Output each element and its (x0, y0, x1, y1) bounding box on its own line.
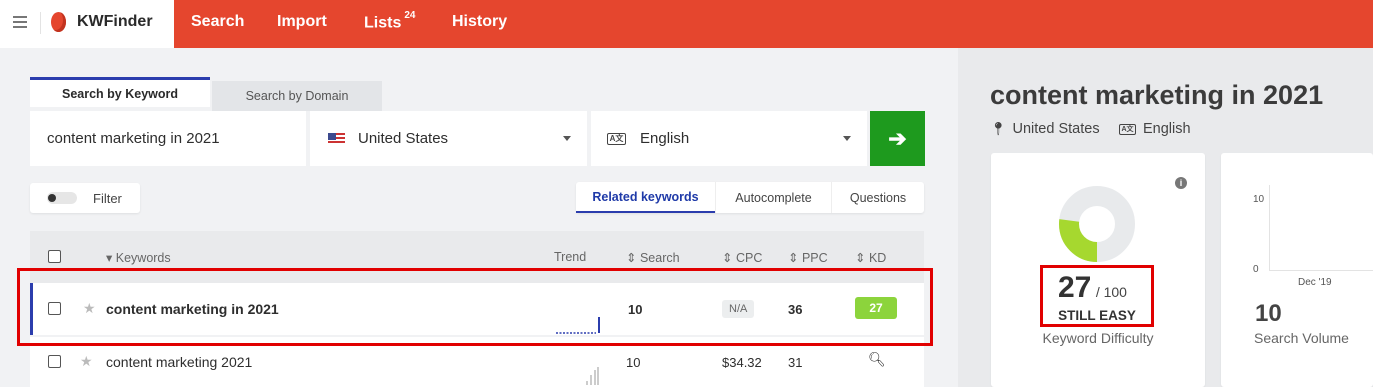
brand-name[interactable]: KWFinder (77, 13, 153, 31)
header-cpc-label: CPC (735, 251, 763, 265)
nav-lists-label: Lists (364, 14, 402, 32)
toggle-switch[interactable] (47, 192, 77, 204)
row-checkbox[interactable] (48, 355, 61, 368)
header-search-label: Search (639, 251, 680, 265)
header-ppc-label: PPC (801, 251, 828, 265)
kd-value: 27 (1058, 271, 1092, 304)
select-all-checkbox[interactable] (48, 250, 61, 263)
star-icon[interactable]: ★ (80, 353, 93, 370)
kd-donut-chart (1059, 186, 1135, 262)
header-keywords[interactable]: ▾ Keywords (106, 250, 171, 265)
volume-caption: Search Volume (1254, 330, 1349, 346)
detail-language-text: English (1143, 121, 1191, 137)
tab-autocomplete[interactable]: Autocomplete (715, 182, 831, 213)
chevron-down-icon (563, 136, 571, 141)
map-pin-icon: 📍︎ (990, 121, 1007, 136)
kd-caption: Keyword Difficulty (1042, 330, 1154, 346)
kwfinder-logo-icon (51, 12, 66, 32)
chart-baseline (1269, 270, 1373, 271)
highlight-box (17, 268, 933, 346)
keyword-mode-tabs: Related keywords Autocomplete Questions (576, 182, 924, 213)
nav-import[interactable]: Import (277, 13, 327, 31)
header-ppc[interactable]: ⇕ PPC (788, 250, 828, 265)
divider (40, 12, 41, 34)
location-value: United States (358, 130, 449, 147)
search-icon[interactable]: 🔍︎ (868, 351, 886, 368)
search-go-button[interactable]: ➔ (870, 111, 925, 166)
keyword-difficulty-card: i 27 / 100 STILL EASY Keyword Difficulty (991, 153, 1205, 387)
kd-score-box: 27 / 100 STILL EASY (1040, 265, 1154, 327)
chart-tick: 0 (1253, 264, 1259, 275)
tab-related-keywords[interactable]: Related keywords (576, 182, 715, 213)
tab-search-by-domain[interactable]: Search by Domain (212, 81, 382, 111)
search-volume-cell: 10 (626, 355, 641, 370)
chart-axis (1269, 185, 1270, 271)
kd-score: 27 / 100 (1058, 271, 1127, 305)
translate-icon: A文 (1119, 123, 1136, 135)
keyword-input[interactable]: content marketing in 2021 (30, 111, 306, 166)
filter-label: Filter (93, 190, 122, 206)
lists-count-badge: 24 (404, 10, 416, 21)
menu-icon[interactable] (13, 16, 27, 28)
arrow-right-icon: ➔ (888, 125, 907, 151)
nav-lists[interactable]: Lists 24 (364, 10, 416, 32)
keyword-cell[interactable]: content marketing 2021 (106, 354, 252, 370)
search-form: content marketing in 2021 United States … (30, 111, 925, 166)
volume-value: 10 (1255, 300, 1282, 327)
search-volume-card: 10 0 Dec '19 10 Search Volume (1221, 153, 1373, 387)
detail-language: A文 English (1119, 121, 1191, 137)
nav-search[interactable]: Search (191, 13, 244, 31)
location-select[interactable]: United States (310, 111, 587, 166)
chart-month-label: Dec '19 (1298, 277, 1332, 288)
header-trend: Trend (554, 250, 587, 264)
chevron-down-icon (843, 136, 851, 141)
brand-area: KWFinder (0, 0, 174, 48)
header-cpc[interactable]: ⇕ CPC (722, 250, 762, 265)
detail-location: 📍︎ United States (990, 121, 1100, 137)
top-bar: KWFinder Search Import Lists 24 History (0, 0, 1373, 48)
trend-sparkline (586, 367, 599, 385)
header-kd[interactable]: ⇕ KD (855, 250, 886, 265)
detail-location-text: United States (1012, 121, 1100, 137)
header-kd-label: KD (868, 251, 887, 265)
nav-history[interactable]: History (452, 13, 507, 31)
header-search[interactable]: ⇕ Search (626, 250, 680, 265)
ppc-cell: 31 (788, 355, 803, 370)
header-keywords-label: Keywords (115, 251, 171, 265)
cpc-cell: $34.32 (722, 355, 762, 370)
translate-icon: A文 (607, 132, 626, 145)
kd-max: / 100 (1095, 284, 1127, 300)
tab-questions[interactable]: Questions (831, 182, 924, 213)
info-icon[interactable]: i (1175, 177, 1187, 189)
tab-search-by-keyword[interactable]: Search by Keyword (30, 77, 210, 107)
us-flag-icon (328, 132, 345, 145)
kd-label: STILL EASY (1058, 308, 1136, 323)
detail-keyword-title: content marketing in 2021 (990, 80, 1324, 110)
language-value: English (640, 130, 690, 147)
filter-toggle[interactable]: Filter (30, 183, 140, 213)
language-select[interactable]: A文 English (591, 111, 867, 166)
chart-tick: 10 (1253, 194, 1265, 205)
